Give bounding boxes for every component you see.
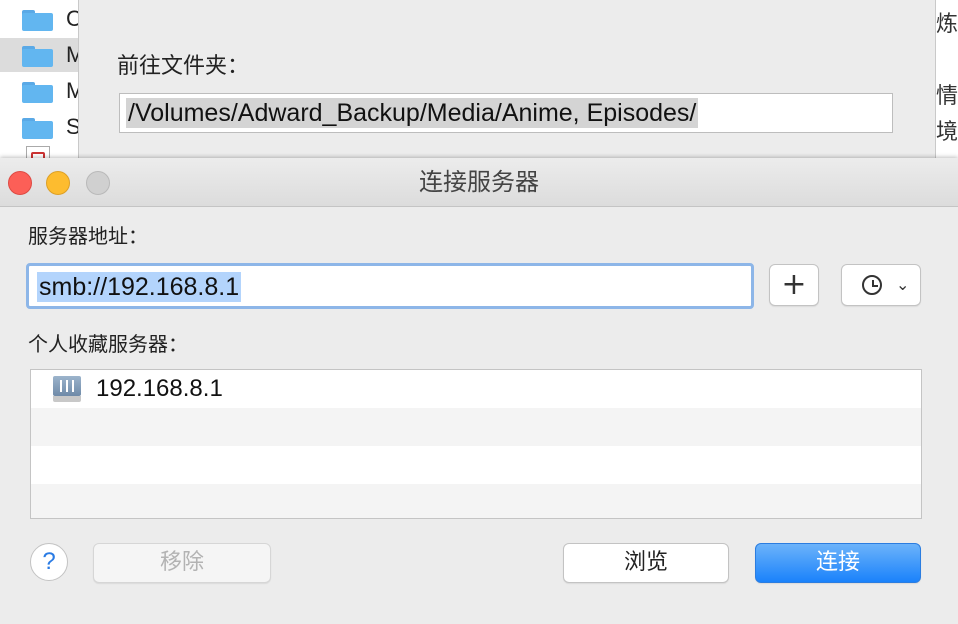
go-to-folder-path: /Volumes/Adward_Backup/Media/Anime, Epis…	[126, 98, 699, 128]
browse-button[interactable]: 浏览	[563, 543, 729, 583]
go-to-folder-input[interactable]: /Volumes/Adward_Backup/Media/Anime, Epis…	[119, 93, 893, 133]
finder-right-column: 炼 情 境	[934, 0, 958, 170]
finder-file-list: C M M S	[0, 0, 84, 170]
server-icon	[53, 376, 81, 402]
folder-icon	[22, 46, 53, 67]
recent-servers-button[interactable]: ⌄	[841, 264, 921, 306]
favorite-servers-list[interactable]: 192.168.8.1	[30, 369, 922, 519]
window-title: 连接服务器	[419, 168, 539, 196]
plus-icon: +	[781, 267, 807, 302]
list-item[interactable]: 192.168.8.1	[31, 370, 921, 408]
list-item-empty	[31, 408, 921, 446]
connect-button[interactable]: 连接	[755, 543, 921, 583]
go-to-folder-label: 前往文件夹：	[117, 54, 250, 79]
server-address-value: smb://192.168.8.1	[37, 272, 242, 302]
finder-row[interactable]: M	[0, 74, 84, 108]
server-address-input[interactable]: smb://192.168.8.1	[26, 263, 754, 309]
go-to-folder-sheet: 前往文件夹： /Volumes/Adward_Backup/Media/Anim…	[78, 0, 936, 160]
finder-row[interactable]: M	[0, 38, 84, 72]
remove-button: 移除	[93, 543, 271, 583]
column-text: 炼	[936, 12, 958, 37]
column-text: 境	[936, 120, 958, 145]
chevron-down-icon: ⌄	[896, 275, 910, 294]
connect-to-server-window: 连接服务器 服务器地址： smb://192.168.8.1 + ⌄ 个人收藏服…	[0, 158, 958, 624]
folder-icon	[22, 10, 53, 31]
finder-row[interactable]: C	[0, 2, 82, 36]
favorite-server-name: 192.168.8.1	[96, 375, 223, 402]
help-button[interactable]: ?	[30, 543, 68, 581]
list-item-empty	[31, 484, 921, 518]
screen: C M M S 炼 情 境 前往文件夹： /Volumes/Adward_Bac…	[0, 0, 958, 624]
clock-icon	[862, 275, 882, 295]
column-text: 情	[936, 84, 958, 109]
server-address-label: 服务器地址：	[28, 224, 148, 248]
title-bar[interactable]: 连接服务器	[0, 158, 958, 207]
folder-icon	[22, 118, 53, 139]
favorite-servers-label: 个人收藏服务器：	[28, 332, 188, 356]
list-item-empty	[31, 446, 921, 484]
add-favorite-button[interactable]: +	[769, 264, 819, 306]
finder-row[interactable]: S	[0, 110, 81, 144]
folder-icon	[22, 82, 53, 103]
